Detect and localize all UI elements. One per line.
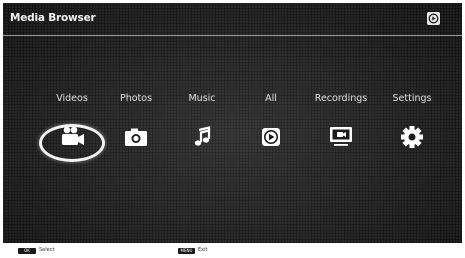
recording-screen-icon[interactable]	[326, 122, 356, 157]
video-camera-icon[interactable]	[57, 122, 87, 157]
app-title: Media Browser	[10, 12, 96, 24]
gear-icon[interactable]	[397, 122, 427, 157]
title-bar: Media Browser	[3, 3, 462, 36]
media-source-icon[interactable]	[427, 12, 440, 25]
select-hint: Select	[39, 247, 55, 253]
ok-key-badge: OK	[18, 248, 36, 254]
menu-label-music[interactable]: Music	[188, 93, 215, 104]
play-all-icon[interactable]	[256, 122, 286, 157]
music-note-icon[interactable]	[187, 122, 217, 157]
exit-hint: Exit	[198, 247, 208, 253]
menu-label-videos[interactable]: Videos	[56, 93, 88, 104]
menu-label-settings[interactable]: Settings	[393, 93, 432, 104]
menu-label-all[interactable]: All	[265, 93, 277, 104]
media-browser-screen: Media Browser Videos Photos Music All Re…	[3, 3, 462, 243]
footer-key-hints: OK Select MENU Exit	[0, 244, 465, 258]
camera-icon[interactable]	[121, 122, 151, 157]
menu-label-photos[interactable]: Photos	[120, 93, 152, 104]
menu-label-recordings[interactable]: Recordings	[315, 93, 367, 104]
menu-key-badge: MENU	[178, 248, 195, 254]
